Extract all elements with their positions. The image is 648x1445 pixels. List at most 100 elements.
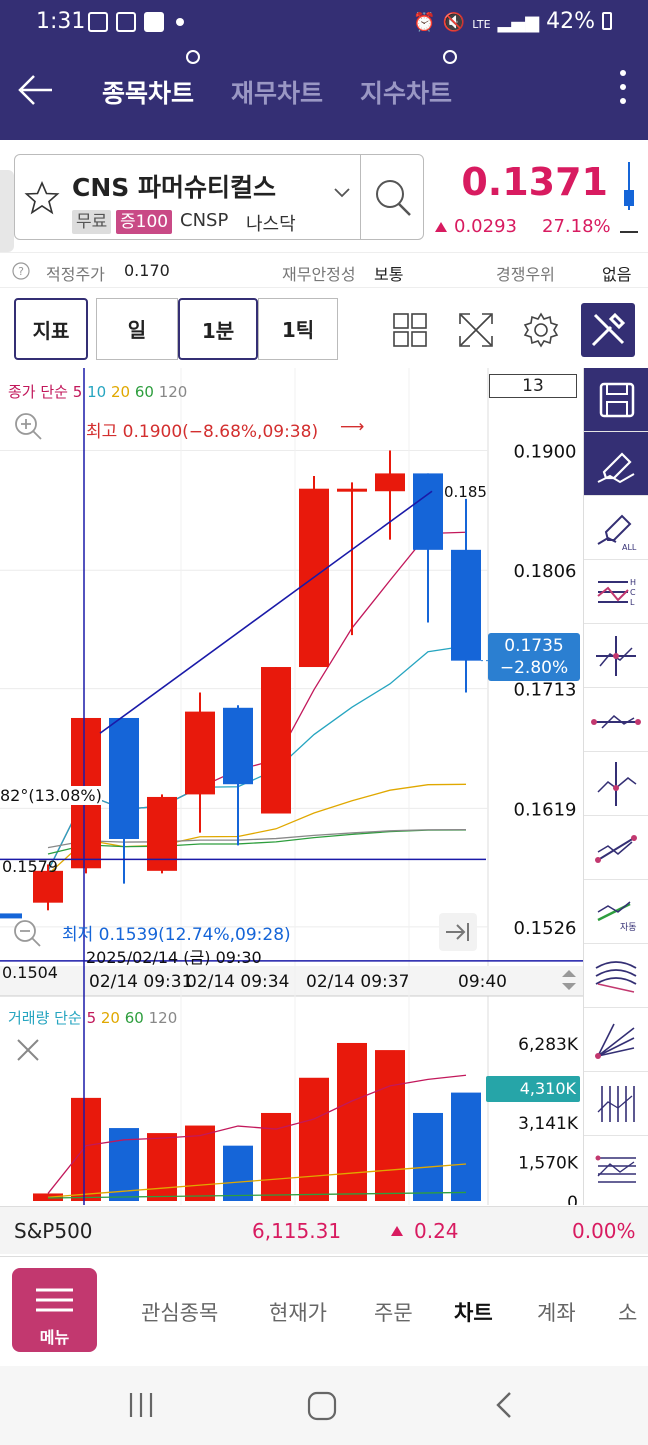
drawing-tools-button[interactable] (581, 303, 635, 357)
side-drawer-handle[interactable] (0, 170, 14, 252)
current-price: 0.1371 (461, 160, 608, 204)
arc-tool-button[interactable] (584, 944, 648, 1008)
eraser-button[interactable] (584, 432, 648, 496)
more-menu-icon[interactable] (618, 70, 628, 112)
crosshair-tool-button[interactable] (584, 624, 648, 688)
tab-stock-chart[interactable]: 종목차트 (102, 74, 194, 110)
close-volume-icon[interactable] (14, 1036, 42, 1064)
arc-tool-icon (595, 961, 637, 993)
volume-bar (223, 1145, 253, 1201)
y-tick-label: 0.1900 (514, 441, 577, 462)
search-button[interactable] (360, 154, 424, 240)
candle-body (185, 711, 215, 795)
nav-order[interactable]: 주문 (374, 1297, 413, 1327)
notification-dot-icon (176, 18, 184, 26)
zoom-in-icon[interactable] (12, 410, 44, 442)
volume-bar (451, 1092, 481, 1201)
stock-code: CNSP (180, 210, 229, 231)
y-tick-label: 0.1619 (514, 799, 577, 820)
ma-120-label: 120 (158, 383, 188, 401)
scroll-to-end-icon[interactable] (438, 912, 478, 952)
vol-ma-60-label: 60 (124, 1009, 144, 1027)
status-time: 1:31 (36, 9, 86, 34)
help-icon[interactable]: ? (12, 262, 30, 280)
save-drawing-button[interactable] (584, 368, 648, 432)
chevron-down-icon[interactable] (332, 186, 352, 200)
volume-bar (299, 1077, 329, 1201)
volume-tick-label: 0 (567, 1193, 578, 1205)
volume-bar (375, 1050, 405, 1201)
nav-current-price[interactable]: 현재가 (269, 1297, 327, 1327)
current-price-tag-value: 0.1735 (504, 636, 564, 656)
fibonacci-button[interactable] (584, 1136, 648, 1200)
badge-free: 무료 (72, 210, 112, 234)
high-annotation: 최고 0.1900(−8.68%,09:38) (86, 422, 319, 442)
trend-line-icon (595, 835, 637, 863)
nav-more[interactable]: 소 (618, 1297, 648, 1327)
time-zone-button[interactable] (584, 1072, 648, 1136)
settings-gear-icon[interactable] (522, 311, 560, 349)
candle-body (223, 707, 253, 785)
period-day-button[interactable]: 일 (96, 298, 178, 360)
period-minute-button[interactable]: 1분 (178, 298, 258, 360)
nav-chart[interactable]: 차트 (454, 1297, 493, 1327)
erase-all-icon: ALL (597, 514, 637, 552)
trend-line-button[interactable] (584, 816, 648, 880)
vertical-line-icon (597, 762, 637, 806)
index-up-triangle-icon (391, 1226, 403, 1236)
competition-label: 경쟁우위 (496, 265, 555, 284)
auto-trend-button[interactable]: 자동 (584, 880, 648, 944)
crosshair-y-value: 0.1504 (2, 963, 58, 982)
volume-tick-label: 3,141K (518, 1114, 579, 1134)
recent-apps-icon[interactable] (126, 1390, 156, 1420)
panel-resize-icon[interactable] (558, 967, 580, 993)
ma-20-label: 20 (110, 383, 131, 401)
candle-body (109, 717, 139, 839)
mute-icon: 🔇 (442, 12, 466, 33)
period-tick-button[interactable]: 1틱 (258, 298, 338, 360)
drawing-tools-panel: ALL H C L 자동 (583, 368, 648, 1205)
ma-10-label: 10 (87, 383, 107, 401)
layout-grid-icon[interactable] (392, 312, 428, 348)
stock-name: CNS 파머슈티컬스 (72, 173, 276, 202)
wrench-icon (591, 312, 626, 347)
tab-badge-icon (443, 50, 457, 64)
favorite-star-icon[interactable] (24, 180, 60, 216)
nav-account[interactable]: 계좌 (537, 1297, 576, 1327)
y-tick-label: 0.1526 (514, 918, 577, 939)
zoom-out-icon[interactable] (12, 918, 42, 948)
horizontal-line-button[interactable] (584, 688, 648, 752)
gallery-icon (88, 12, 108, 32)
time-zone-icon (597, 1086, 635, 1122)
trendline-end-value: 0.185 (444, 483, 487, 501)
tab-index-chart[interactable]: 지수차트 (360, 74, 452, 110)
back-arrow-icon[interactable] (16, 70, 56, 110)
current-price-tag: 0.1735 −2.80% (488, 633, 580, 681)
expand-icon[interactable] (456, 310, 496, 350)
alarm-icon: ⏰ (413, 12, 436, 33)
hline-value: 0.1579 (2, 857, 58, 876)
svg-text:H: H (630, 578, 636, 587)
vertical-line-button[interactable] (584, 752, 648, 816)
index-ticker-row[interactable]: S&P500 6,115.31 0.24 0.00% (0, 1206, 648, 1254)
fan-line-button[interactable] (584, 1008, 648, 1072)
y-tick-label: 0.1806 (514, 561, 577, 582)
tab-financial-chart[interactable]: 재무차트 (231, 74, 323, 110)
candle-count-box[interactable]: 13 (489, 374, 577, 398)
price-legend-prefix: 종가 단순 (8, 383, 68, 401)
x-tick-label: 09:40 (458, 972, 507, 992)
indicator-button[interactable]: 지표 (14, 298, 88, 360)
hcl-line-button[interactable]: H C L (584, 560, 648, 624)
svg-text:L: L (630, 598, 635, 607)
volume-bar (147, 1133, 177, 1201)
x-tick-label: 02/14 09:31 (89, 972, 192, 992)
menu-button[interactable]: 메뉴 (12, 1268, 97, 1352)
nav-watchlist[interactable]: 관심종목 (141, 1297, 218, 1327)
back-nav-icon[interactable] (490, 1390, 520, 1420)
hamburger-icon (36, 1288, 73, 1312)
erase-all-button[interactable]: ALL (584, 496, 648, 560)
home-icon[interactable] (306, 1390, 338, 1422)
candle-body (375, 473, 405, 492)
crosshair-tool-icon (596, 636, 636, 676)
fibonacci-icon (595, 1155, 636, 1183)
